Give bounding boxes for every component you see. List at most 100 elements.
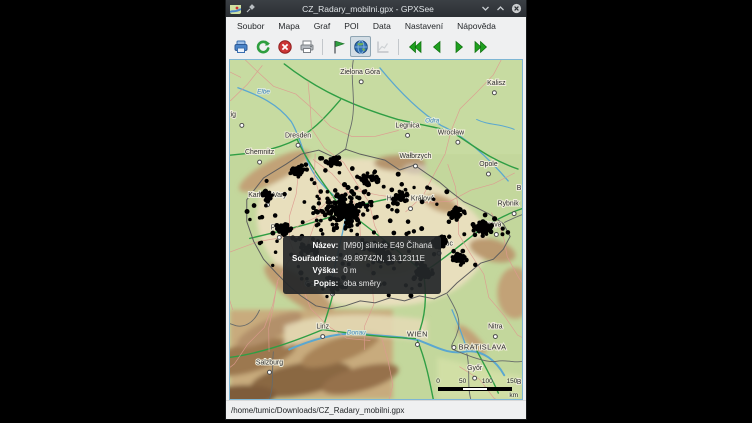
waypoint-dot[interactable] — [315, 218, 319, 222]
waypoint-dot[interactable] — [364, 178, 368, 182]
waypoint-dot[interactable] — [290, 169, 294, 173]
show-map-button[interactable] — [350, 36, 371, 57]
waypoint-dot[interactable] — [265, 179, 269, 183]
waypoint-dot[interactable] — [354, 186, 358, 190]
waypoint-dot[interactable] — [304, 162, 309, 167]
waypoint-dot[interactable] — [396, 197, 400, 201]
waypoint-dot[interactable] — [419, 226, 424, 231]
map-view[interactable]: Zielona GóraKaliszLeipzigDresdenLegnicaW… — [229, 59, 523, 400]
waypoint-dot[interactable] — [506, 230, 511, 235]
waypoint-dot[interactable] — [298, 172, 302, 176]
waypoint-dot[interactable] — [270, 193, 274, 197]
waypoint-dot[interactable] — [369, 175, 373, 179]
waypoint-dot[interactable] — [315, 223, 319, 227]
waypoint-dot[interactable] — [447, 235, 451, 239]
waypoint-dot[interactable] — [374, 175, 379, 180]
waypoint-dot[interactable] — [334, 201, 338, 205]
waypoint-dot[interactable] — [492, 216, 497, 221]
waypoint-dot[interactable] — [366, 192, 370, 196]
waypoint-dot[interactable] — [329, 157, 333, 161]
next-waypoint-button[interactable] — [448, 36, 469, 57]
waypoint-dot[interactable] — [388, 218, 393, 223]
show-poi-button[interactable] — [328, 36, 349, 57]
menu-item-soubor[interactable]: Soubor — [231, 19, 270, 33]
waypoint-dot[interactable] — [310, 178, 314, 182]
waypoint-dot[interactable] — [283, 223, 287, 227]
waypoint-dot[interactable] — [344, 204, 348, 208]
waypoint-dot[interactable] — [260, 215, 265, 220]
waypoint-dot[interactable] — [349, 196, 353, 200]
waypoint-dot[interactable] — [315, 195, 319, 199]
waypoint-dot[interactable] — [344, 220, 348, 224]
waypoint-dot[interactable] — [373, 215, 377, 219]
waypoint-dot[interactable] — [347, 216, 351, 220]
minimize-button[interactable] — [481, 4, 490, 13]
waypoint-dot[interactable] — [301, 220, 305, 224]
waypoint-dot[interactable] — [296, 167, 301, 172]
waypoint-dot[interactable] — [326, 190, 330, 194]
waypoint-dot[interactable] — [368, 200, 372, 204]
waypoint-dot[interactable] — [395, 208, 400, 213]
waypoint-dot[interactable] — [335, 218, 340, 223]
menu-item-poi[interactable]: POI — [338, 19, 365, 33]
first-waypoint-button[interactable] — [404, 36, 425, 57]
waypoint-dot[interactable] — [334, 204, 338, 208]
waypoint-dot[interactable] — [349, 203, 353, 207]
waypoint-dot[interactable] — [462, 232, 466, 236]
title-bar[interactable]: CZ_Radary_mobilni.gpx - GPXSee — [226, 0, 526, 17]
waypoint-dot[interactable] — [357, 209, 361, 213]
waypoint-dot[interactable] — [317, 201, 321, 205]
waypoint-dot[interactable] — [324, 206, 329, 211]
waypoint-dot[interactable] — [406, 219, 411, 224]
waypoint-dot[interactable] — [500, 232, 504, 236]
waypoint-dot[interactable] — [364, 189, 368, 193]
waypoint-dot[interactable] — [357, 196, 362, 201]
last-waypoint-button[interactable] — [470, 36, 491, 57]
waypoint-dot[interactable] — [386, 204, 391, 209]
waypoint-dot[interactable] — [482, 221, 487, 226]
menu-item-npovda[interactable]: Nápověda — [451, 19, 502, 33]
waypoint-dot[interactable] — [303, 200, 307, 204]
waypoint-dot[interactable] — [331, 223, 335, 227]
waypoint-dot[interactable] — [338, 171, 342, 175]
waypoint-dot[interactable] — [355, 203, 360, 208]
waypoint-dot[interactable] — [314, 209, 318, 213]
waypoint-dot[interactable] — [412, 229, 416, 233]
waypoint-dot[interactable] — [477, 228, 481, 232]
menu-item-nastaven[interactable]: Nastavení — [399, 19, 449, 33]
waypoint-dot[interactable] — [432, 197, 436, 201]
waypoint-dot[interactable] — [318, 156, 323, 161]
waypoint-dot[interactable] — [459, 263, 463, 267]
waypoint-dot[interactable] — [485, 232, 489, 236]
waypoint-dot[interactable] — [338, 195, 343, 200]
waypoint-dot[interactable] — [405, 192, 409, 196]
waypoint-dot[interactable] — [248, 218, 252, 222]
waypoint-dot[interactable] — [260, 241, 263, 244]
close-button[interactable] — [511, 3, 522, 14]
waypoint-dot[interactable] — [382, 185, 386, 189]
waypoint-dot[interactable] — [477, 223, 482, 228]
waypoint-dot[interactable] — [252, 203, 257, 208]
waypoint-dot[interactable] — [344, 225, 349, 230]
waypoint-dot[interactable] — [349, 200, 353, 204]
waypoint-dot[interactable] — [311, 205, 316, 210]
waypoint-dot[interactable] — [355, 175, 359, 179]
waypoint-dot[interactable] — [319, 219, 323, 223]
waypoint-dot[interactable] — [342, 182, 347, 187]
waypoint-dot[interactable] — [405, 198, 409, 202]
waypoint-dot[interactable] — [339, 217, 343, 221]
waypoint-dot[interactable] — [273, 213, 278, 218]
waypoint-dot[interactable] — [282, 192, 286, 196]
waypoint-dot[interactable] — [473, 263, 477, 267]
waypoint-dot[interactable] — [372, 230, 376, 234]
map-canvas[interactable]: Zielona GóraKaliszLeipzigDresdenLegnicaW… — [230, 60, 522, 399]
waypoint-dot[interactable] — [339, 206, 343, 210]
waypoint-dot[interactable] — [487, 229, 491, 233]
waypoint-dot[interactable] — [451, 249, 456, 254]
pin-icon[interactable] — [246, 0, 255, 18]
waypoint-dot[interactable] — [391, 231, 396, 236]
waypoint-dot[interactable] — [451, 255, 455, 259]
waypoint-dot[interactable] — [319, 209, 322, 212]
waypoint-dot[interactable] — [488, 224, 492, 228]
waypoint-dot[interactable] — [275, 226, 280, 231]
